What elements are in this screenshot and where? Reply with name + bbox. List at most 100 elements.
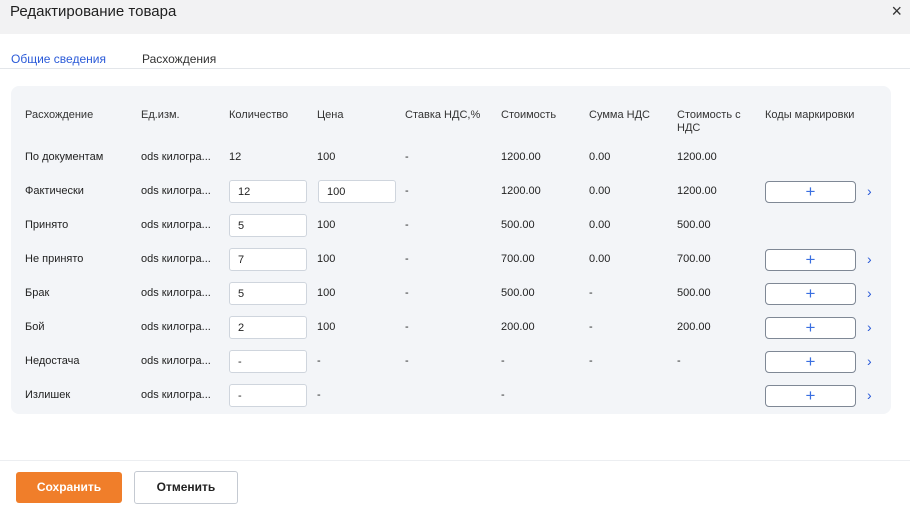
column-header-vat-rate: Ставка НДС,% [405, 109, 481, 121]
price-input[interactable]: 100 [318, 180, 396, 203]
quantity-input[interactable]: 5 [229, 282, 307, 305]
quantity-input[interactable]: 2 [229, 316, 307, 339]
column-header-unit: Ед.изм. [141, 109, 180, 121]
column-header-cost: Стоимость [501, 109, 557, 121]
row-vat-rate: - [405, 185, 409, 197]
row-name: Бой [25, 321, 45, 333]
quantity-input[interactable]: 5 [229, 214, 307, 237]
tab-discrepancies[interactable]: Расхождения [142, 52, 216, 66]
row-vat-sum: 0.00 [589, 151, 611, 163]
dialog-header: Редактирование товара × [0, 0, 910, 34]
row-price: 100 [317, 321, 336, 333]
row-name: По документам [25, 151, 104, 163]
row-cost-with-vat: 200.00 [677, 321, 711, 333]
row-vat-rate: - [405, 151, 409, 163]
row-vat-rate: - [405, 355, 409, 367]
chevron-right-icon[interactable]: › [867, 285, 872, 301]
add-marking-code-button[interactable]: + [765, 385, 856, 407]
save-button[interactable]: Сохранить [16, 472, 122, 503]
plus-icon: + [805, 250, 816, 269]
row-vat-sum: 0.00 [589, 253, 611, 265]
plus-icon: + [805, 352, 816, 371]
row-price: - [317, 355, 321, 367]
row-unit: ods килогра... [141, 219, 211, 231]
row-cost: 700.00 [501, 253, 535, 265]
row-name: Принято [25, 219, 69, 231]
plus-icon: + [805, 386, 816, 405]
row-unit: ods килогра... [141, 355, 211, 367]
column-header-marking-codes: Коды маркировки [765, 109, 855, 121]
column-header-cost-with-vat: Стоимость с НДС [677, 109, 741, 135]
row-name: Излишек [25, 389, 71, 401]
plus-icon: + [805, 284, 816, 303]
add-marking-code-button[interactable]: + [765, 351, 856, 373]
row-cost-with-vat: 500.00 [677, 219, 711, 231]
row-vat-rate: - [405, 287, 409, 299]
row-unit: ods килогра... [141, 253, 211, 265]
column-header-cost-with-vat-line2: НДС [677, 122, 701, 134]
row-vat-rate: - [405, 321, 409, 333]
column-header-vat-sum: Сумма НДС [589, 109, 650, 121]
quantity-input[interactable]: - [229, 350, 307, 373]
row-unit: ods килогра... [141, 287, 211, 299]
plus-icon: + [805, 318, 816, 337]
row-vat-sum: - [589, 287, 593, 299]
add-marking-code-button[interactable]: + [765, 283, 856, 305]
row-name: Фактически [25, 185, 84, 197]
row-vat-sum: 0.00 [589, 219, 611, 231]
row-cost: 200.00 [501, 321, 535, 333]
row-cost-with-vat: 500.00 [677, 287, 711, 299]
row-price: 100 [317, 253, 336, 265]
close-icon[interactable]: × [891, 2, 902, 20]
row-vat-sum: - [589, 355, 593, 367]
row-cost: - [501, 355, 505, 367]
row-cost-with-vat: - [677, 355, 681, 367]
chevron-right-icon[interactable]: › [867, 251, 872, 267]
row-cost: - [501, 389, 505, 401]
dialog-title: Редактирование товара [10, 3, 177, 20]
row-name: Не принято [25, 253, 84, 265]
plus-icon: + [805, 182, 816, 201]
column-header-price: Цена [317, 109, 344, 121]
row-cost: 1200.00 [501, 185, 541, 197]
row-cost-with-vat: 1200.00 [677, 185, 717, 197]
row-cost: 1200.00 [501, 151, 541, 163]
add-marking-code-button[interactable]: + [765, 181, 856, 203]
row-price: - [317, 389, 321, 401]
chevron-right-icon[interactable]: › [867, 353, 872, 369]
dialog-footer: Сохранить Отменить [0, 460, 910, 512]
row-price: 100 [317, 219, 336, 231]
chevron-right-icon[interactable]: › [867, 319, 872, 335]
row-name: Недостача [25, 355, 80, 367]
discrepancy-table: Расхождение Ед.изм. Количество Цена Став… [11, 86, 891, 414]
row-unit: ods килогра... [141, 185, 211, 197]
tab-general-info[interactable]: Общие сведения [11, 52, 106, 66]
row-price: 100 [317, 151, 336, 163]
row-unit: ods килогра... [141, 151, 211, 163]
chevron-right-icon[interactable]: › [867, 387, 872, 403]
row-quantity: 12 [229, 151, 242, 163]
column-header-discrepancy: Расхождение [25, 109, 94, 121]
row-unit: ods килогра... [141, 389, 211, 401]
column-header-cost-with-vat-line1: Стоимость с [677, 109, 741, 121]
row-vat-rate: - [405, 219, 409, 231]
row-name: Брак [25, 287, 50, 299]
row-cost-with-vat: 1200.00 [677, 151, 717, 163]
row-cost: 500.00 [501, 219, 535, 231]
column-header-quantity: Количество [229, 109, 289, 121]
cancel-button[interactable]: Отменить [134, 471, 238, 504]
row-vat-sum: - [589, 321, 593, 333]
row-cost: 500.00 [501, 287, 535, 299]
row-vat-rate: - [405, 253, 409, 265]
row-vat-sum: 0.00 [589, 185, 611, 197]
chevron-right-icon[interactable]: › [867, 183, 872, 199]
row-cost-with-vat: 700.00 [677, 253, 711, 265]
add-marking-code-button[interactable]: + [765, 317, 856, 339]
quantity-input[interactable]: 12 [229, 180, 307, 203]
add-marking-code-button[interactable]: + [765, 249, 856, 271]
quantity-input[interactable]: - [229, 384, 307, 407]
quantity-input[interactable]: 7 [229, 248, 307, 271]
row-unit: ods килогра... [141, 321, 211, 333]
row-price: 100 [317, 287, 336, 299]
tab-bar: Общие сведения Расхождения [0, 34, 910, 69]
